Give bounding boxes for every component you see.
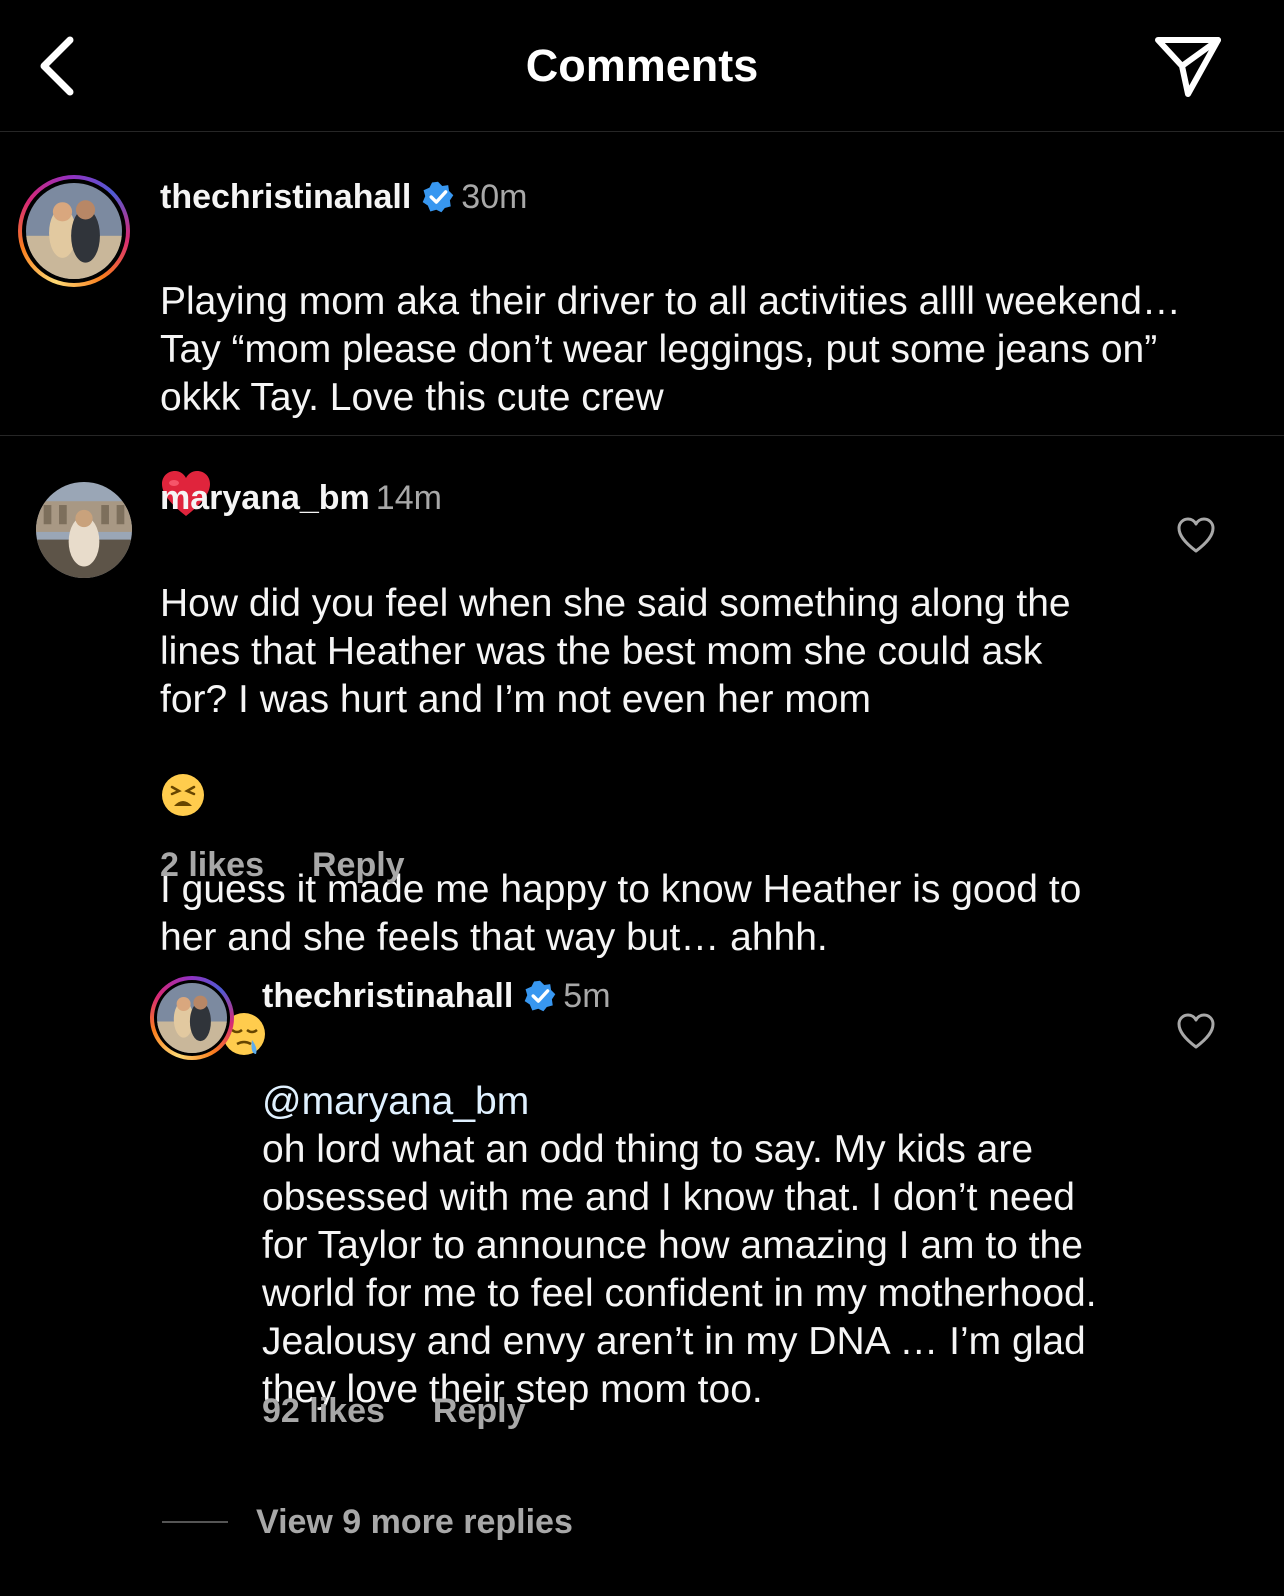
view-more-replies-button[interactable]: View 9 more replies	[162, 1502, 573, 1542]
divider-line	[162, 1521, 228, 1523]
timestamp: 30m	[461, 178, 528, 216]
share-button[interactable]	[1150, 30, 1226, 102]
reply-text: @maryana_bm oh lord what an odd thing to…	[262, 1030, 1122, 1414]
verified-badge-icon	[422, 181, 454, 213]
like-button[interactable]	[1176, 516, 1216, 556]
user-mention-link[interactable]: @maryana_bm	[262, 1080, 529, 1123]
post-caption: thechristinahall 30m Playing mom aka thei…	[0, 133, 1284, 516]
heart-outline-icon	[1177, 1013, 1215, 1049]
likes-count[interactable]: 2 likes	[160, 846, 264, 884]
avatar[interactable]	[36, 482, 132, 578]
reply-body: oh lord what an odd thing to say. My kid…	[262, 1128, 1097, 1411]
page-title: Comments	[525, 40, 759, 91]
comment-header: maryana_bm 14m	[160, 478, 442, 518]
username[interactable]: maryana_bm	[160, 479, 370, 517]
verified-badge-icon	[524, 980, 556, 1012]
comment-actions: 2 likes Reply	[160, 846, 453, 885]
tired-face-emoji	[160, 724, 206, 866]
likes-count[interactable]: 92 likes	[262, 1392, 385, 1430]
heart-outline-icon	[1177, 517, 1215, 553]
caption-header: thechristinahall 30m	[160, 177, 527, 217]
username[interactable]: thechristinahall	[160, 178, 411, 216]
reply-actions: 92 likes Reply	[262, 1392, 573, 1431]
avatar[interactable]	[18, 175, 130, 287]
timestamp: 5m	[563, 977, 611, 1015]
username[interactable]: thechristinahall	[262, 977, 513, 1015]
profile-photo	[36, 482, 132, 578]
timestamp: 14m	[375, 479, 442, 517]
profile-photo	[157, 983, 227, 1053]
reply-header: thechristinahall 5m	[262, 976, 611, 1016]
caption-body: Playing mom aka their driver to all acti…	[160, 280, 1181, 419]
header-bar: Comments	[0, 0, 1284, 132]
view-more-label: View 9 more replies	[256, 1502, 573, 1541]
reply-button[interactable]: Reply	[433, 1392, 526, 1430]
like-button[interactable]	[1176, 1012, 1216, 1052]
comment-text: How did you feel when she said something…	[160, 532, 1110, 1106]
reply-button[interactable]: Reply	[312, 846, 405, 884]
paper-plane-icon	[1155, 37, 1221, 97]
avatar[interactable]	[150, 976, 234, 1060]
comment-body-part1: How did you feel when she said something…	[160, 582, 1071, 721]
profile-photo	[26, 183, 122, 279]
